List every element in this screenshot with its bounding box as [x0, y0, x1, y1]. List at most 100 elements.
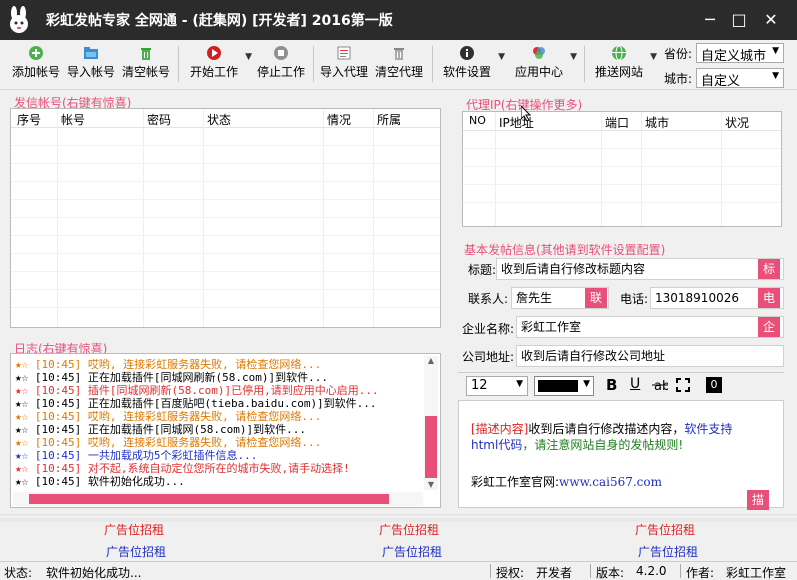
- description-tag-button[interactable]: 描: [747, 490, 769, 510]
- company-label: 企业名称:: [462, 322, 515, 336]
- city-select[interactable]: 自定义 ▼: [696, 68, 784, 89]
- fullscreen-icon[interactable]: [676, 378, 690, 392]
- ad-slot-blue-2[interactable]: 广告位招租: [382, 543, 442, 560]
- proxy-table[interactable]: NO IP地址 端口 城市 状况: [462, 111, 782, 227]
- city-value: 自定义: [701, 74, 741, 89]
- info-icon: [459, 45, 475, 61]
- plus-circle-icon: [28, 45, 44, 61]
- log-panel[interactable]: ★☆ [10:45] 哎哟, 连接彩虹服务器失败, 请检查您网络... ★☆ [1…: [10, 353, 441, 508]
- import-proxy-button[interactable]: 导入代理: [318, 42, 370, 88]
- basic-info-section-title: 基本发帖信息(其他请到软件设置配置): [464, 243, 666, 257]
- ad-slot-red-3[interactable]: 广告位招租: [635, 521, 695, 538]
- toolbar: 添加帐号 导入帐号 清空帐号 开始工作 ▼ 停止工作 导入代理 清空代理 软件设…: [0, 40, 797, 90]
- close-button[interactable]: ✕: [758, 8, 784, 32]
- import-account-button[interactable]: 导入帐号: [65, 42, 117, 88]
- clear-proxy-button[interactable]: 清空代理: [373, 42, 425, 88]
- chevron-down-icon: ▼: [772, 46, 779, 56]
- log-list: ★☆ [10:45] 哎哟, 连接彩虹服务器失败, 请检查您网络... ★☆ [1…: [11, 356, 423, 492]
- underline-button[interactable]: U: [630, 376, 640, 392]
- software-settings-label: 软件设置: [442, 65, 491, 79]
- accounts-col-password: 密码: [147, 113, 172, 127]
- phone-tag-button[interactable]: 电: [758, 288, 780, 308]
- app-center-label: 应用中心: [514, 65, 563, 79]
- zero-button[interactable]: 0: [706, 377, 722, 393]
- log-entry: ★☆ [10:45] 软件初始化成功...: [15, 473, 185, 489]
- ad-slot-red-2[interactable]: 广告位招租: [379, 521, 439, 538]
- toolbar-divider: [313, 46, 314, 82]
- log-hscrollbar[interactable]: [13, 492, 423, 506]
- add-account-label: 添加帐号: [11, 65, 60, 79]
- contact-tag-button[interactable]: 联: [585, 288, 607, 308]
- log-hscroll-thumb[interactable]: [29, 494, 389, 504]
- desc-html-support: 软件支持: [684, 422, 733, 436]
- statusbar-divider: [490, 564, 491, 578]
- chevron-down-icon: ▼: [772, 71, 779, 81]
- stop-work-button[interactable]: 停止工作: [255, 42, 307, 88]
- clear-proxy-label: 清空代理: [374, 65, 423, 79]
- scroll-down-icon[interactable]: ▼: [424, 480, 438, 490]
- import-proxy-label: 导入代理: [319, 65, 368, 79]
- description-editor[interactable]: [描述内容]收到后请自行修改描述内容，软件支持 html代码，请注意网站自身的发…: [458, 400, 784, 510]
- rabbit-logo-icon: [6, 6, 32, 34]
- start-work-button[interactable]: 开始工作 ▼: [188, 42, 252, 88]
- import-proxy-icon: [336, 45, 352, 61]
- proxy-col-port: 端口: [605, 116, 630, 130]
- clear-account-button[interactable]: 清空帐号: [120, 42, 172, 88]
- statusbar-divider: [680, 564, 681, 578]
- accounts-col-status: 状态: [207, 113, 232, 127]
- province-value: 自定义城市: [701, 49, 767, 64]
- title-tag-button[interactable]: 标: [758, 259, 780, 279]
- log-vscroll-thumb[interactable]: [425, 416, 437, 478]
- proxy-col-no: NO: [469, 114, 486, 127]
- proxy-col-city: 城市: [645, 116, 670, 130]
- bold-button[interactable]: B: [606, 376, 617, 394]
- province-select[interactable]: 自定义城市 ▼: [696, 43, 784, 64]
- font-color-select[interactable]: ▼: [534, 376, 594, 396]
- minimize-button[interactable]: ─: [697, 8, 723, 32]
- chevron-down-icon: ▼: [570, 52, 577, 62]
- globe-icon: [611, 45, 627, 61]
- mouse-cursor-icon: [520, 104, 532, 122]
- site-label: 彩虹工作室官网:: [471, 475, 560, 489]
- site-url-link[interactable]: www.cai567.com: [559, 475, 662, 489]
- push-site-button[interactable]: 推送网站 ▼: [593, 42, 657, 88]
- address-value: 收到后请自行修改公司地址: [521, 349, 666, 363]
- title-input[interactable]: 收到后请自行修改标题内容: [496, 258, 784, 280]
- log-entry-text: [10:45] 软件初始化成功...: [34, 475, 185, 488]
- ad-slot-red-1[interactable]: 广告位招租: [104, 521, 164, 538]
- contact-value: 詹先生: [516, 291, 553, 305]
- app-center-icon: [531, 45, 547, 61]
- chevron-down-icon: ▼: [650, 52, 657, 62]
- title-label: 标题:: [468, 263, 497, 277]
- toolbar-divider: [584, 46, 585, 82]
- log-vscrollbar[interactable]: ▲ ▼: [424, 356, 438, 490]
- accounts-table[interactable]: 序号 帐号 密码 状态 情况 所属: [10, 108, 441, 328]
- clear-account-label: 清空帐号: [121, 65, 170, 79]
- app-center-button[interactable]: 应用中心 ▼: [513, 42, 577, 88]
- status-label: 状态:: [4, 566, 33, 580]
- ad-slot-blue-1[interactable]: 广告位招租: [106, 543, 166, 560]
- maximize-button[interactable]: □: [726, 8, 752, 32]
- font-size-value: 12: [471, 378, 488, 393]
- company-input[interactable]: 彩虹工作室: [516, 316, 784, 338]
- address-input[interactable]: 收到后请自行修改公司地址: [516, 345, 784, 367]
- company-tag-button[interactable]: 企: [758, 317, 780, 337]
- import-folder-icon: [83, 45, 99, 61]
- add-account-button[interactable]: 添加帐号: [10, 42, 62, 88]
- import-account-label: 导入帐号: [66, 65, 115, 79]
- font-size-select[interactable]: 12 ▼: [466, 376, 528, 396]
- phone-value: 13018910026: [655, 291, 739, 305]
- trash-icon: [391, 45, 407, 61]
- scroll-up-icon[interactable]: ▲: [424, 356, 438, 366]
- accounts-col-condition: 情况: [327, 113, 352, 127]
- contact-label: 联系人:: [468, 292, 509, 306]
- version-label: 版本:: [596, 566, 625, 580]
- auth-value: 开发者: [536, 566, 573, 580]
- software-settings-button[interactable]: 软件设置 ▼: [441, 42, 505, 88]
- ad-slot-blue-3[interactable]: 广告位招租: [638, 543, 698, 560]
- strikethrough-icon[interactable]: ab: [652, 376, 670, 394]
- address-label: 公司地址:: [462, 350, 515, 364]
- accounts-col-owner: 所属: [377, 113, 402, 127]
- desc-html-code: html代码: [471, 438, 523, 452]
- accounts-col-index: 序号: [17, 113, 42, 127]
